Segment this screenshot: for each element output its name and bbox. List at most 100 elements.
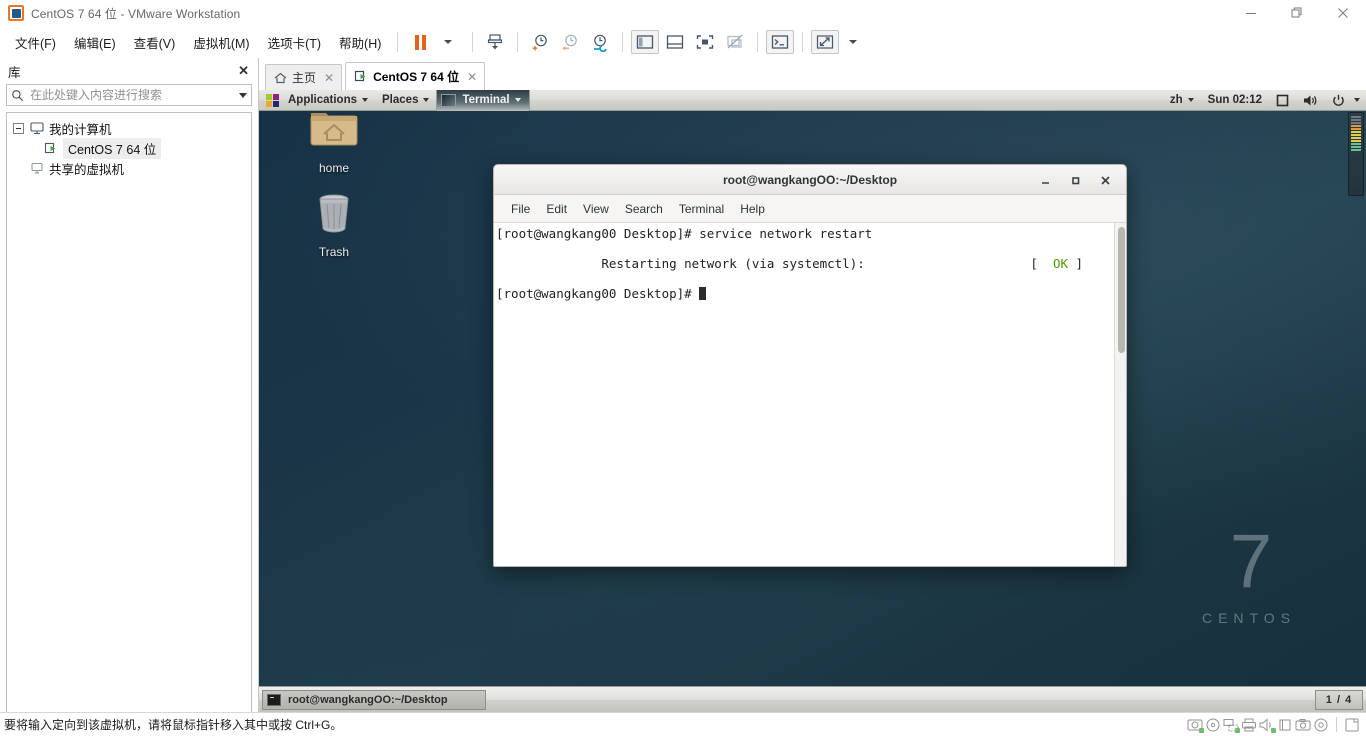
library-sidebar: 库 ✕ 在此处键入内容进行搜索 我的计算机 CentOS 7 64 位 共享的虚… xyxy=(0,58,259,712)
search-input[interactable] xyxy=(30,88,235,102)
menu-view[interactable]: 查看(V) xyxy=(125,29,185,56)
terminal-menu-help[interactable]: Help xyxy=(732,200,773,218)
terminal-menu-search[interactable]: Search xyxy=(617,200,671,218)
usb-controller-icon[interactable] xyxy=(1277,718,1293,732)
status-message: 要将输入定向到该虚拟机，请将鼠标指针移入其中或按 Ctrl+G。 xyxy=(4,718,343,732)
display-icon[interactable] xyxy=(1344,718,1360,732)
tree-item-my-computer[interactable]: 我的计算机 xyxy=(7,118,251,138)
terminal-menu-edit[interactable]: Edit xyxy=(538,200,575,218)
revert-snapshot-button[interactable] xyxy=(556,30,584,54)
gnome-places-menu[interactable]: Places xyxy=(375,90,436,111)
console-icon xyxy=(772,35,789,49)
snapshot-manager-button[interactable] xyxy=(586,30,614,54)
menubar: 文件(F) 编辑(E) 查看(V) 虚拟机(M) 选项卡(T) 帮助(H) xyxy=(0,26,1366,58)
guest-resource-meter[interactable] xyxy=(1348,112,1364,196)
terminal-scrollbar-thumb[interactable] xyxy=(1118,227,1125,353)
chevron-down-icon[interactable] xyxy=(239,92,247,98)
show-library-button[interactable] xyxy=(631,30,660,54)
menu-edit[interactable]: 编辑(E) xyxy=(65,29,125,56)
volume-icon[interactable] xyxy=(1296,90,1325,111)
close-button[interactable] xyxy=(1320,0,1366,26)
sound-card-icon[interactable] xyxy=(1259,717,1276,733)
terminal-bracket-close: ] xyxy=(1075,256,1084,271)
network-adapter-icon[interactable] xyxy=(1223,718,1240,733)
gnome-taskbar: root@wangkangOO:~/Desktop 1 / 4 xyxy=(259,686,1366,712)
printer-icon[interactable] xyxy=(1241,718,1257,732)
show-thumbnail-bar-button[interactable] xyxy=(661,30,689,54)
vmware-statusbar: 要将输入定向到该虚拟机，请将鼠标指针移入其中或按 Ctrl+G。 xyxy=(0,712,1366,736)
desktop-icon-trash[interactable]: Trash xyxy=(291,190,377,259)
minimize-button[interactable] xyxy=(1228,0,1274,26)
unity-off-icon xyxy=(727,34,743,49)
vmware-logo-icon xyxy=(8,5,24,21)
camera-icon[interactable] xyxy=(1295,718,1311,732)
window-controls xyxy=(1228,0,1366,26)
clock[interactable]: Sun 02:12 xyxy=(1201,90,1269,111)
terminal-close-button[interactable] xyxy=(1090,165,1120,195)
vm-tab-strip: 主页 ✕ CentOS 7 64 位 ✕ xyxy=(259,58,1366,90)
hard-disk-icon[interactable] xyxy=(1187,718,1204,733)
toolbar-divider xyxy=(472,32,474,52)
stretch-guest-button[interactable] xyxy=(811,30,840,54)
device-status-icons xyxy=(1187,717,1360,733)
terminal-window-controls xyxy=(1030,165,1120,195)
terminal-menu-file[interactable]: File xyxy=(503,200,538,218)
snapshot-icon xyxy=(488,34,503,50)
vm-content-area: 主页 ✕ CentOS 7 64 位 ✕ 7 CENTOS home Trash… xyxy=(259,58,1366,712)
console-view-button[interactable] xyxy=(766,30,795,54)
gnome-active-window-menu[interactable]: Terminal xyxy=(436,90,530,111)
applications-label: Applications xyxy=(288,94,358,106)
library-title: 库 xyxy=(8,65,21,80)
cd-dvd-icon[interactable] xyxy=(1205,718,1221,732)
terminal-bracket-open: [ xyxy=(1030,256,1038,271)
close-icon[interactable]: ✕ xyxy=(467,70,477,84)
tab-home[interactable]: 主页 ✕ xyxy=(265,64,343,90)
gnome-applications-menu[interactable]: Applications xyxy=(281,90,375,111)
unity-mode-button[interactable] xyxy=(721,30,749,54)
collapse-toggle-icon[interactable] xyxy=(13,122,24,134)
desktop-icon-home[interactable]: home xyxy=(291,108,377,175)
menu-tabs[interactable]: 选项卡(T) xyxy=(259,29,330,56)
menu-vm[interactable]: 虚拟机(M) xyxy=(184,29,258,56)
close-icon[interactable]: ✕ xyxy=(324,71,334,85)
guest-screen[interactable]: 7 CENTOS home Trash Applications Places … xyxy=(259,90,1366,712)
power-icon[interactable] xyxy=(1325,90,1352,111)
tree-item-centos7[interactable]: CentOS 7 64 位 xyxy=(7,137,251,159)
library-search[interactable] xyxy=(6,84,252,106)
stretch-dropdown[interactable] xyxy=(841,30,869,54)
close-icon[interactable]: ✕ xyxy=(235,63,252,79)
terminal-status-ok: OK xyxy=(1052,256,1068,271)
keyboard-layout-indicator[interactable]: zh xyxy=(1163,90,1201,111)
centos-watermark-text: CENTOS xyxy=(1201,610,1297,626)
suspend-button[interactable] xyxy=(406,30,434,54)
chevron-down-icon[interactable] xyxy=(1352,90,1366,111)
terminal-window[interactable]: root@wangkangOO:~/Desktop File Edit View… xyxy=(493,164,1127,567)
terminal-output[interactable]: [root@wangkang00 Desktop]# service netwo… xyxy=(494,223,1126,566)
tab-centos7[interactable]: CentOS 7 64 位 ✕ xyxy=(345,62,486,90)
toolbar-divider xyxy=(802,32,804,52)
expand-arrows-icon xyxy=(817,35,834,49)
tree-item-shared-vms[interactable]: 共享的虚拟机 xyxy=(7,158,251,178)
notifications-icon[interactable] xyxy=(1269,90,1296,111)
power-dropdown[interactable] xyxy=(436,30,464,54)
taskbar-window-button[interactable]: root@wangkangOO:~/Desktop xyxy=(262,689,486,710)
menu-file[interactable]: 文件(F) xyxy=(6,29,65,56)
gnome-panel-right: zh Sun 02:12 xyxy=(1163,90,1366,111)
manage-snapshot-button[interactable] xyxy=(481,30,509,54)
chevron-down-icon xyxy=(443,40,452,44)
take-snapshot-button[interactable] xyxy=(526,30,554,54)
keyboard-layout-label: zh xyxy=(1169,94,1183,106)
workspace-indicator[interactable]: 1 / 4 xyxy=(1315,689,1363,710)
chevron-down-icon xyxy=(362,98,369,102)
terminal-menu-terminal[interactable]: Terminal xyxy=(671,200,732,218)
menu-help[interactable]: 帮助(H) xyxy=(330,29,390,56)
floppy-icon[interactable] xyxy=(1313,718,1329,732)
maximize-button[interactable] xyxy=(1274,0,1320,26)
terminal-minimize-button[interactable] xyxy=(1030,165,1060,195)
terminal-menu-view[interactable]: View xyxy=(575,200,617,218)
enter-fullscreen-button[interactable] xyxy=(691,30,719,54)
terminal-scrollbar[interactable] xyxy=(1114,223,1126,566)
statusbar-divider xyxy=(1336,717,1337,732)
toolbar-divider xyxy=(622,32,624,52)
terminal-maximize-button[interactable] xyxy=(1060,165,1090,195)
